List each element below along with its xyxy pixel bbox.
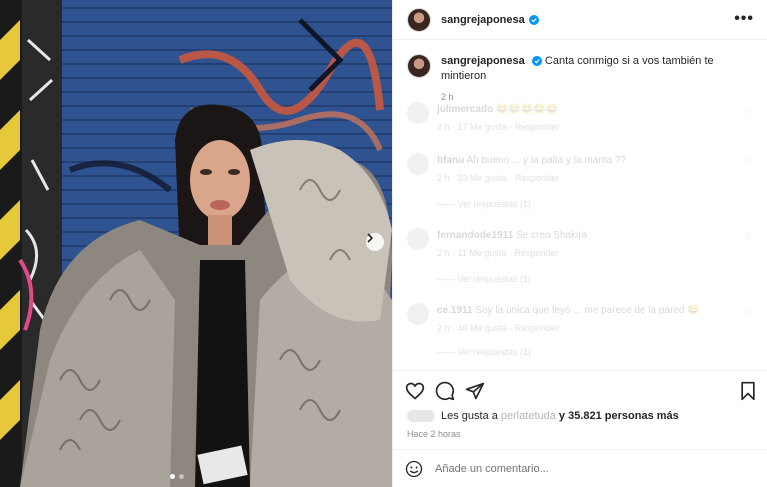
comment-heart-icon[interactable]: ♡ (745, 106, 753, 117)
comment-avatar[interactable] (407, 153, 429, 175)
post-actions-bar (393, 370, 767, 410)
view-replies-link[interactable]: —— Ver respuestas (1) (437, 274, 531, 284)
add-comment-bar (393, 449, 767, 487)
emoji-icon[interactable] (405, 460, 423, 478)
caption-username[interactable]: sangrejaponesa (441, 55, 525, 67)
view-replies-link[interactable]: —— Ver respuestas (1) (437, 347, 531, 357)
post-photo (0, 0, 392, 487)
carousel-dot (179, 474, 184, 479)
comment-text: Soy la única que leyó ... me parece de l… (475, 305, 700, 316)
verified-badge-icon (528, 14, 539, 25)
post-caption: sangrejaponesa Canta conmigo si a vos ta… (407, 54, 757, 105)
comment-avatar[interactable] (407, 303, 429, 325)
verified-badge-icon (531, 56, 542, 67)
comment-text: 😂😂😂😂😂 (495, 104, 559, 115)
bookmark-icon[interactable] (738, 381, 758, 401)
comment-meta: 2 h · 40 Me gusta · Responder (437, 323, 560, 333)
comment-heart-icon[interactable]: ♡ (745, 307, 753, 318)
photo-illustration (0, 0, 392, 487)
likes-count[interactable]: y 35.821 personas más (559, 410, 679, 422)
comment-username[interactable]: ce.1911 (437, 305, 473, 316)
view-replies-link[interactable]: —— Ver respuestas (1) (437, 199, 531, 209)
caption-timestamp: 2 h (441, 92, 454, 102)
likes-prefix: Les gusta a (441, 410, 498, 422)
more-options-icon[interactable]: ••• (734, 10, 754, 28)
comment-username[interactable]: julimercado (437, 104, 493, 115)
post-header: sangrejaponesa ••• (393, 0, 767, 40)
share-icon[interactable] (465, 381, 485, 401)
comment-meta: 2 h · 33 Me gusta · Responder (437, 173, 560, 183)
post-side-panel: sangrejaponesa ••• sangrejaponesa Canta … (392, 0, 767, 487)
carousel-indicator (170, 474, 184, 479)
comment-avatar[interactable] (407, 228, 429, 250)
comment-username[interactable]: fernandode1911 (437, 230, 513, 241)
likes-summary: Les gusta a perlatetuda y 35.821 persona… (407, 410, 679, 422)
comment-icon[interactable] (435, 381, 455, 401)
chevron-right-icon (367, 233, 374, 243)
post-author-username[interactable]: sangrejaponesa (441, 14, 525, 26)
comment-username[interactable]: bfanu (437, 155, 464, 166)
comment-avatar[interactable] (407, 102, 429, 124)
comment-meta: 2 h · 17 Me gusta · Responder (437, 122, 560, 132)
comment-meta: 2 h · 11 Me gusta · Responder (437, 248, 559, 258)
caption-avatar[interactable] (407, 54, 431, 78)
comment-input[interactable] (435, 462, 735, 475)
post-timestamp: Hace 2 horas (407, 429, 461, 439)
comment-heart-icon[interactable]: ♡ (745, 232, 753, 243)
carousel-dot-active (170, 474, 175, 479)
carousel-next-button[interactable] (366, 233, 384, 251)
avatar[interactable] (407, 7, 431, 32)
comment-text: Se creo Shakira (515, 230, 588, 241)
liker-username[interactable]: perlatetuda (501, 410, 556, 422)
comment-heart-icon[interactable]: ♡ (745, 157, 753, 168)
heart-icon[interactable] (405, 381, 425, 401)
liker-avatars (407, 410, 435, 422)
comment-text: Ah bueno ... y la palta y la manta ?? (466, 155, 626, 166)
